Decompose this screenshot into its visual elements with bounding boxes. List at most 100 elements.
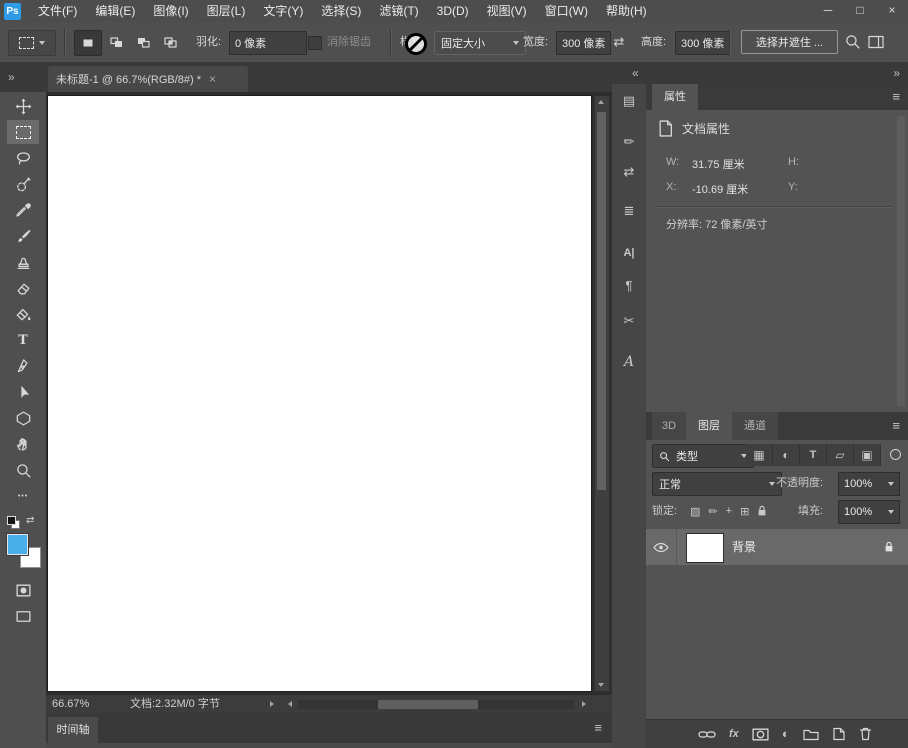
close-button[interactable]: × bbox=[876, 0, 908, 22]
subtract-from-selection-button[interactable] bbox=[130, 30, 156, 54]
document-tab[interactable]: 未标题-1 @ 66.7%(RGB/8#) * × bbox=[48, 66, 248, 92]
menu-item-filter[interactable]: 滤镜(T) bbox=[370, 0, 427, 22]
antialias-checkbox[interactable] bbox=[308, 36, 322, 50]
paint-bucket-tool[interactable] bbox=[7, 302, 39, 326]
tab-properties[interactable]: 属性 bbox=[652, 84, 698, 110]
character-panel-icon[interactable]: A| bbox=[612, 244, 646, 262]
swap-width-height-icon[interactable]: ⇄ bbox=[608, 31, 630, 53]
properties-scrollbar[interactable] bbox=[897, 116, 905, 406]
link-layers-icon[interactable] bbox=[698, 730, 716, 739]
adjustment-layer-icon[interactable]: ◐ bbox=[782, 727, 790, 741]
layer-thumbnail[interactable] bbox=[686, 533, 724, 563]
search-icon[interactable] bbox=[844, 33, 861, 53]
add-layer-mask-icon[interactable] bbox=[752, 728, 769, 741]
lock-transparent-pixels-icon[interactable]: ▨ bbox=[690, 505, 700, 518]
menu-item-type[interactable]: 文字(Y) bbox=[254, 0, 312, 22]
tab-3d[interactable]: 3D bbox=[652, 412, 686, 440]
vertical-scrollbar[interactable] bbox=[594, 96, 609, 691]
select-and-mask-button[interactable]: 选择并遮住 ... bbox=[741, 30, 838, 54]
new-selection-button[interactable] bbox=[74, 30, 102, 56]
intersect-selection-button[interactable] bbox=[157, 30, 183, 54]
scroll-down-icon[interactable] bbox=[598, 683, 604, 687]
menu-item-edit[interactable]: 编辑(E) bbox=[86, 0, 144, 22]
opacity-field[interactable]: 100% bbox=[838, 472, 900, 496]
new-layer-icon[interactable] bbox=[832, 727, 846, 741]
tab-layers[interactable]: 图层 bbox=[686, 412, 732, 440]
pen-tool[interactable] bbox=[7, 354, 39, 378]
zoom-level-field[interactable]: 66.67% bbox=[52, 695, 89, 714]
add-to-selection-button[interactable] bbox=[103, 30, 129, 54]
menu-item-layer[interactable]: 图层(L) bbox=[198, 0, 255, 22]
filter-pixel-layers-icon[interactable]: ▦ bbox=[746, 444, 773, 466]
filter-smart-object-icon[interactable]: ▣ bbox=[854, 444, 881, 466]
menu-item-window[interactable]: 窗口(W) bbox=[536, 0, 597, 22]
feather-input[interactable]: 0 像素 bbox=[229, 31, 307, 55]
shape-tool[interactable] bbox=[7, 406, 39, 430]
eyedropper-tool[interactable] bbox=[7, 198, 39, 222]
width-input[interactable]: 300 像素 bbox=[556, 31, 611, 55]
move-tool[interactable] bbox=[7, 94, 39, 118]
horizontal-scrollbar[interactable] bbox=[298, 700, 574, 709]
brush-tool[interactable] bbox=[7, 224, 39, 248]
properties-menu-icon[interactable]: ≡ bbox=[892, 90, 900, 104]
minimize-button[interactable]: ─ bbox=[812, 0, 844, 22]
new-group-icon[interactable] bbox=[803, 728, 819, 741]
edit-toolbar-button[interactable]: ••• bbox=[7, 484, 39, 508]
collapse-panels-chevron-icon[interactable]: » bbox=[893, 65, 900, 81]
tool-preset-picker[interactable] bbox=[8, 30, 56, 56]
rectangular-marquee-tool[interactable] bbox=[7, 120, 39, 144]
menu-item-file[interactable]: 文件(F) bbox=[29, 0, 86, 22]
brush-panel-icon[interactable]: ✏ bbox=[612, 133, 646, 151]
scroll-left-icon[interactable] bbox=[288, 701, 292, 707]
layer-visibility-toggle[interactable] bbox=[646, 529, 677, 565]
menu-item-3d[interactable]: 3D(D) bbox=[428, 0, 478, 22]
bars-panel-icon[interactable]: ▤ bbox=[612, 92, 646, 110]
filter-shape-layers-icon[interactable]: ▱ bbox=[827, 444, 854, 466]
workspace-icon[interactable] bbox=[868, 35, 884, 52]
lasso-tool[interactable] bbox=[7, 146, 39, 170]
screen-mode-button[interactable] bbox=[7, 604, 39, 628]
glyphs-panel-icon[interactable]: A bbox=[612, 353, 646, 371]
list-panel-icon[interactable]: ≣ bbox=[612, 202, 646, 220]
lock-image-pixels-icon[interactable]: ✏ bbox=[708, 505, 717, 518]
menu-item-view[interactable]: 视图(V) bbox=[478, 0, 536, 22]
lock-all-icon[interactable] bbox=[757, 505, 767, 517]
menu-item-help[interactable]: 帮助(H) bbox=[597, 0, 656, 22]
tab-timeline[interactable]: 时间轴 bbox=[48, 717, 98, 743]
expand-panels-chevron-icon[interactable]: « bbox=[632, 65, 639, 81]
type-tool[interactable]: T bbox=[7, 328, 39, 352]
lock-artboard-icon[interactable]: ⊞ bbox=[740, 505, 749, 518]
timeline-menu-icon[interactable]: ≡ bbox=[594, 721, 602, 735]
swap-arrows-panel-icon[interactable]: ⇄ bbox=[612, 163, 646, 181]
lock-position-icon[interactable]: + bbox=[726, 505, 732, 517]
maximize-button[interactable]: □ bbox=[844, 0, 876, 22]
menu-item-select[interactable]: 选择(S) bbox=[312, 0, 370, 22]
path-selection-tool[interactable] bbox=[7, 380, 39, 404]
quick-selection-tool[interactable] bbox=[7, 172, 39, 196]
layer-style-icon[interactable]: fx bbox=[729, 728, 739, 740]
toolbar-expand-chevron-icon[interactable]: » bbox=[8, 69, 15, 85]
tab-channels[interactable]: 通道 bbox=[732, 412, 778, 440]
clone-stamp-tool[interactable] bbox=[7, 250, 39, 274]
layers-menu-icon[interactable]: ≡ bbox=[892, 419, 900, 433]
quick-mask-button[interactable] bbox=[7, 578, 39, 602]
vertical-scroll-thumb[interactable] bbox=[597, 112, 606, 490]
swap-colors-icon[interactable]: ⇄ bbox=[26, 515, 34, 526]
scroll-right-icon[interactable] bbox=[582, 701, 586, 707]
filter-type-layers-icon[interactable]: T bbox=[800, 444, 827, 466]
horizontal-scroll-thumb[interactable] bbox=[378, 700, 478, 709]
style-dropdown[interactable]: 固定大小 bbox=[434, 31, 526, 55]
blend-mode-dropdown[interactable]: 正常 bbox=[652, 472, 782, 496]
layer-row-background[interactable]: 背景 bbox=[646, 529, 908, 565]
foreground-color-swatch[interactable] bbox=[7, 534, 28, 555]
status-popup-icon[interactable] bbox=[270, 701, 274, 707]
layer-filter-dropdown[interactable]: 类型 bbox=[652, 444, 754, 468]
height-input[interactable]: 300 像素 bbox=[675, 31, 730, 55]
eraser-tool[interactable] bbox=[7, 276, 39, 300]
default-colors-icon[interactable] bbox=[7, 516, 20, 529]
hand-tool[interactable] bbox=[7, 432, 39, 456]
close-tab-icon[interactable]: × bbox=[209, 73, 216, 85]
fill-field[interactable]: 100% bbox=[838, 500, 900, 524]
scroll-up-icon[interactable] bbox=[598, 100, 604, 104]
zoom-tool[interactable] bbox=[7, 458, 39, 482]
